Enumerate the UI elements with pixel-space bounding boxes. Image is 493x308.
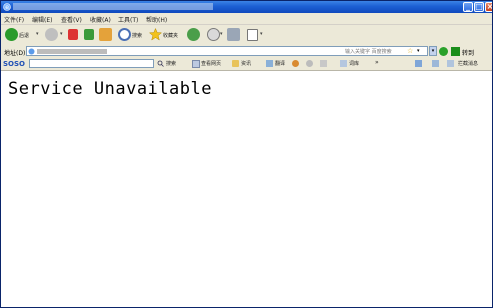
title-bar: e _ □ × (1, 1, 492, 13)
close-button[interactable]: × (485, 2, 492, 12)
toolbar-extra-icon-2[interactable] (306, 60, 313, 67)
more-links-chevron-icon[interactable]: » (375, 59, 379, 66)
back-arrow-icon[interactable] (5, 28, 18, 41)
toolbar-search-input[interactable] (29, 59, 154, 68)
toolbar-extra-icon-6[interactable] (447, 60, 454, 67)
address-bar: 地址(D) 输入关键字 百度搜索 ☆ ▾ ▾ 转到 (1, 45, 492, 59)
page-content: Service Unavailable (1, 71, 492, 307)
home-icon[interactable] (99, 28, 112, 41)
edit-page-icon[interactable] (247, 29, 258, 41)
address-search-hint: 输入关键字 百度搜索 (345, 49, 392, 55)
search-label[interactable]: 搜索 (132, 32, 142, 39)
news-icon[interactable] (232, 60, 239, 67)
toolbar-search-icon[interactable] (157, 60, 164, 67)
view-page-icon[interactable] (192, 60, 200, 68)
toolbar-extra-icon-1[interactable] (292, 60, 299, 67)
dictionary-icon[interactable] (340, 60, 347, 67)
go-label[interactable]: 转到 (462, 48, 474, 57)
back-label[interactable]: 后退 (19, 32, 29, 39)
mail-dropdown-icon[interactable]: ▾ (220, 31, 223, 37)
link-news[interactable]: 资讯 (241, 60, 251, 67)
menu-view[interactable]: 查看(V) (61, 15, 82, 24)
ie-icon: e (3, 3, 11, 11)
favorites-star-icon[interactable] (149, 28, 162, 41)
popup-blocker-label[interactable]: 拦截消息 (458, 60, 478, 67)
menu-edit[interactable]: 编辑(E) (32, 15, 52, 24)
search-engine-dropdown-icon[interactable]: ▾ (417, 48, 420, 54)
toolbar-extra-icon-3[interactable] (320, 60, 327, 67)
history-icon[interactable] (187, 28, 200, 41)
address-label: 地址(D) (4, 50, 26, 57)
mail-icon[interactable] (207, 28, 220, 41)
address-dropdown-icon[interactable]: ▾ (429, 46, 437, 56)
stop-icon[interactable] (68, 29, 78, 40)
translate-icon[interactable] (266, 60, 273, 67)
edit-dropdown-icon[interactable]: ▾ (260, 31, 263, 37)
address-url-redacted (37, 49, 107, 54)
shield-icon[interactable] (439, 47, 448, 56)
window-title-redacted (13, 3, 213, 10)
forward-dropdown-icon[interactable]: ▾ (60, 31, 63, 37)
back-dropdown-icon[interactable]: ▾ (36, 31, 39, 37)
toolbar-extra-icon-4[interactable] (415, 60, 422, 67)
svg-text:e: e (5, 4, 9, 11)
link-dictionary[interactable]: 词库 (349, 60, 359, 67)
address-input[interactable]: 输入关键字 百度搜索 ☆ ▾ (26, 46, 428, 56)
minimize-button[interactable]: _ (463, 2, 473, 12)
soso-logo[interactable]: SOSO (3, 60, 25, 68)
maximize-button[interactable]: □ (474, 2, 484, 12)
forward-arrow-icon[interactable] (45, 28, 58, 41)
page-icon (28, 48, 35, 55)
search-toolbar: SOSO 搜索 查看网页 资讯 翻译 词库 » 拦截消息 (1, 58, 492, 71)
favorite-star-icon[interactable]: ☆ (407, 47, 413, 55)
link-translate[interactable]: 翻译 (275, 60, 285, 67)
standard-toolbar: 后退 ▾ ▾ 搜索 收藏夹 ▾ ▾ (1, 25, 492, 46)
menu-help[interactable]: 帮助(H) (146, 15, 167, 24)
refresh-icon[interactable] (84, 29, 94, 40)
menu-file[interactable]: 文件(F) (4, 15, 24, 24)
search-icon[interactable] (118, 28, 131, 41)
toolbar-search-button[interactable]: 搜索 (166, 60, 176, 67)
link-view-page[interactable]: 查看网页 (201, 60, 221, 67)
menu-favorites[interactable]: 收藏(A) (90, 15, 111, 24)
browser-window: e _ □ × 文件(F) 编辑(E) 查看(V) 收藏(A) 工具(T) 帮助… (0, 0, 493, 308)
menu-bar: 文件(F) 编辑(E) 查看(V) 收藏(A) 工具(T) 帮助(H) (1, 13, 492, 36)
menu-tools[interactable]: 工具(T) (118, 15, 138, 24)
favorites-label[interactable]: 收藏夹 (163, 32, 178, 39)
error-message: Service Unavailable (8, 79, 212, 99)
toolbar-extra-icon-5[interactable] (432, 60, 439, 67)
go-arrow-icon[interactable] (451, 47, 460, 56)
print-icon[interactable] (227, 28, 240, 41)
